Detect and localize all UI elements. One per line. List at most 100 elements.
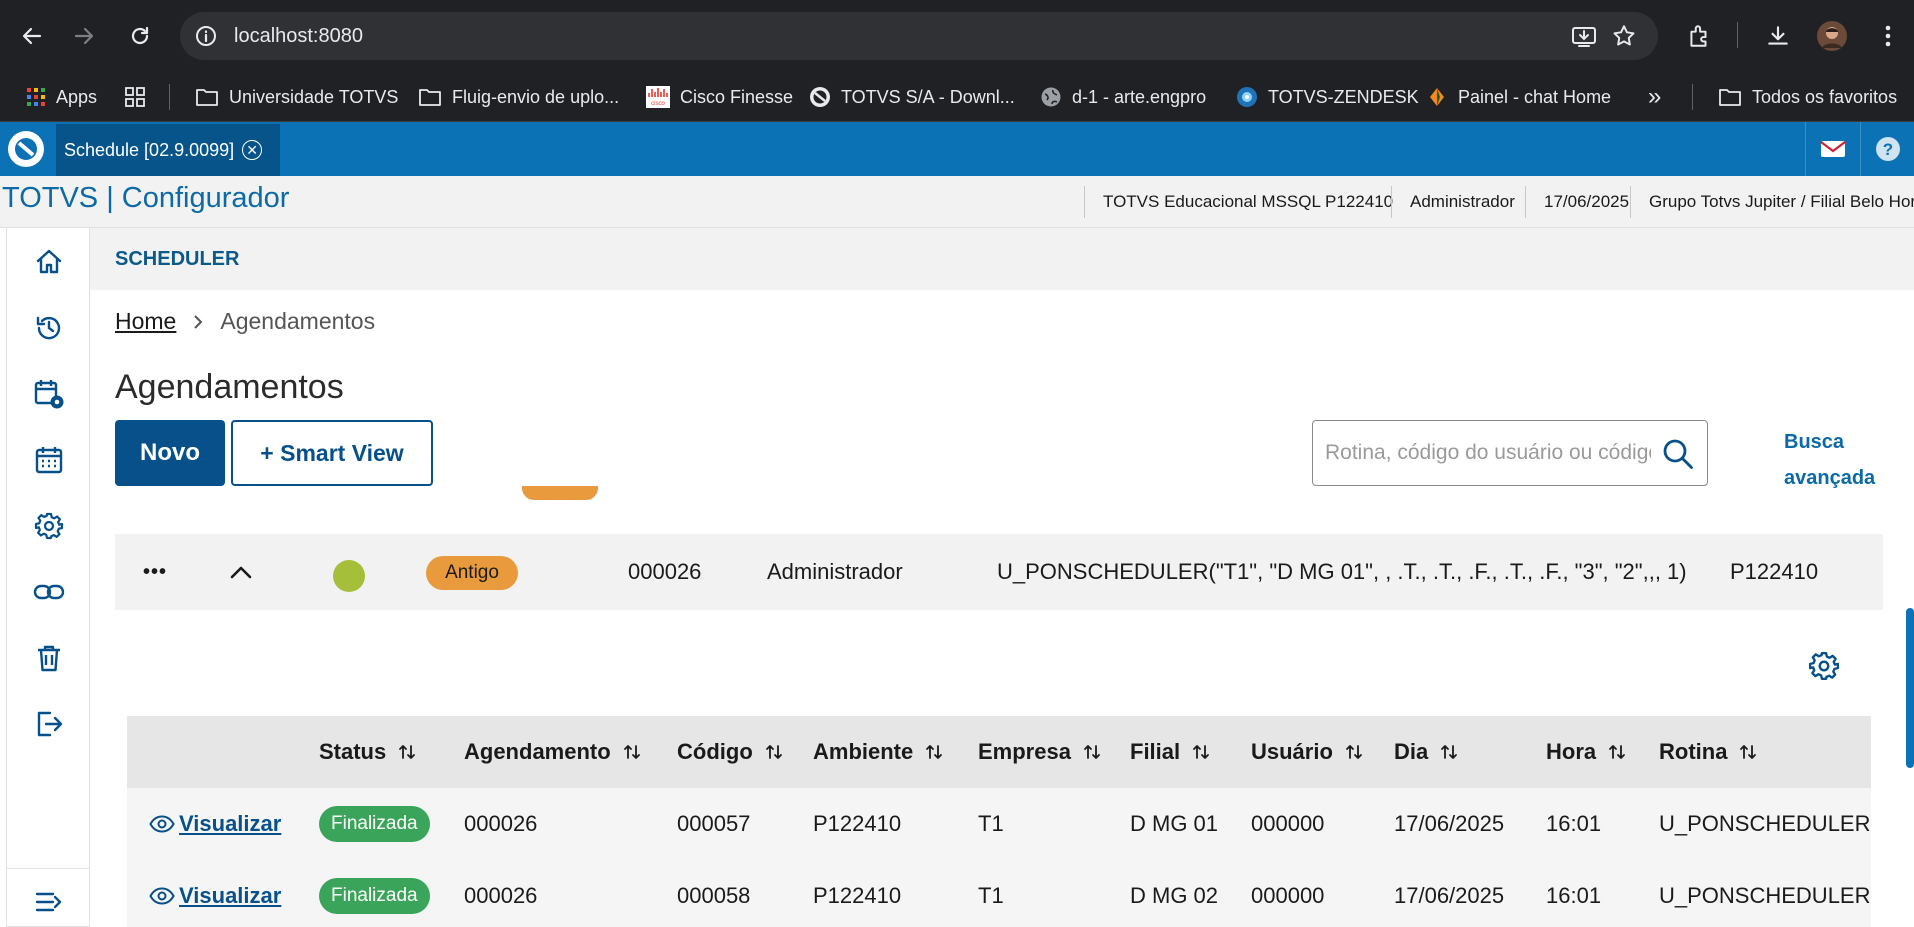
totvs-logo-icon[interactable] — [0, 122, 52, 176]
sort-icon[interactable] — [398, 743, 416, 761]
home-icon[interactable] — [31, 244, 67, 280]
column-header-rotina[interactable]: Rotina — [1659, 716, 1757, 788]
dia-cell: 17/06/2025 — [1394, 811, 1505, 836]
section-label: SCHEDULER — [115, 248, 240, 270]
sort-icon[interactable] — [1608, 743, 1626, 761]
new-button[interactable]: Novo — [115, 420, 225, 486]
hora-cell: 16:01 — [1546, 811, 1602, 836]
bookmark-cisco-finesse[interactable]: cisco Cisco Finesse — [646, 72, 793, 122]
link-icon[interactable] — [31, 574, 67, 610]
bookmark-grid[interactable] — [124, 72, 156, 122]
eye-icon — [149, 815, 175, 833]
bookmark-fluig[interactable]: Fluig-envio de uplo... — [418, 72, 619, 122]
forward-button[interactable] — [64, 16, 104, 56]
svg-text:?: ? — [1882, 140, 1892, 159]
install-app-icon[interactable] — [1568, 20, 1600, 52]
schedule-row[interactable]: ••• Antigo 000026 Administrador U_PONSCH… — [115, 534, 1883, 610]
bookmarks-overflow-button[interactable]: » — [1648, 72, 1661, 122]
bookmark-arte-engpro[interactable]: d-1 - arte.engpro — [1040, 72, 1206, 122]
site-info-icon[interactable] — [194, 24, 218, 48]
status-cell: Finalizada — [319, 860, 430, 927]
bookmark-painel-chat[interactable]: Painel - chat Home — [1426, 72, 1611, 122]
column-header-status[interactable]: Status — [319, 716, 416, 788]
tab-schedule[interactable]: Schedule [02.9.0099] ✕ — [56, 124, 280, 176]
column-header-codigo[interactable]: Código — [677, 716, 783, 788]
status-badge: Finalizada — [319, 878, 430, 914]
history-icon[interactable] — [31, 310, 67, 346]
mail-icon[interactable] — [1805, 122, 1859, 176]
app-title: TOTVS | Configurador — [2, 182, 290, 214]
bookmark-totvs-download[interactable]: TOTVS S/A - Downl... — [809, 72, 1015, 122]
column-header-hora[interactable]: Hora — [1546, 716, 1626, 788]
download-icon[interactable] — [1762, 20, 1794, 52]
column-header-agendamento[interactable]: Agendamento — [464, 716, 641, 788]
folder-icon — [1718, 87, 1742, 107]
sort-icon[interactable] — [1083, 743, 1101, 761]
view-link[interactable]: Visualizar — [149, 860, 281, 927]
column-header-ambiente[interactable]: Ambiente — [813, 716, 943, 788]
search-input[interactable] — [1325, 437, 1651, 469]
chevron-up-icon[interactable] — [229, 534, 253, 610]
star-icon[interactable] — [1608, 20, 1640, 52]
view-link[interactable]: Visualizar — [149, 788, 281, 860]
schedule-user: Administrador — [767, 559, 903, 584]
rotina-cell: U_PONSCHEDULER — [1659, 811, 1871, 836]
chevron-right-icon — [192, 313, 204, 331]
bookmark-label: Fluig-envio de uplo... — [452, 86, 620, 107]
bookmark-apps[interactable]: Apps — [26, 72, 97, 122]
hora-cell: 16:01 — [1546, 883, 1602, 908]
url-text[interactable]: localhost:8080 — [234, 25, 363, 48]
column-header-usuario[interactable]: Usuário — [1251, 716, 1363, 788]
browser-menu-icon[interactable] — [1872, 20, 1904, 52]
sort-icon[interactable] — [1440, 743, 1458, 761]
scrollbar[interactable] — [1906, 608, 1914, 768]
trash-icon[interactable] — [31, 640, 67, 676]
breadcrumb-current: Agendamentos — [220, 308, 376, 334]
column-header-filial[interactable]: Filial — [1130, 716, 1210, 788]
sidebar-divider — [7, 868, 91, 869]
breadcrumb-home[interactable]: Home — [115, 308, 176, 335]
filial-cell: D MG 01 — [1130, 811, 1219, 836]
extensions-icon[interactable] — [1683, 20, 1715, 52]
breadcrumb: Home Agendamentos — [115, 308, 375, 335]
settings-icon[interactable] — [1808, 650, 1840, 682]
settings-icon[interactable] — [31, 508, 67, 544]
sort-icon[interactable] — [1345, 743, 1363, 761]
sort-icon[interactable] — [1192, 743, 1210, 761]
calendar-icon[interactable] — [31, 442, 67, 478]
toolbar-divider — [1737, 22, 1738, 48]
ambiente-cell: P122410 — [813, 883, 902, 908]
bookmark-universidade-totvs[interactable]: Universidade TOTVS — [195, 72, 398, 122]
schedule-code: 000026 — [628, 559, 702, 584]
bookmark-label: TOTVS-ZENDESK — [1268, 86, 1419, 107]
bookmark-all-favorites[interactable]: Todos os favoritos — [1718, 72, 1897, 122]
sort-icon[interactable] — [925, 743, 943, 761]
help-icon[interactable]: ? — [1860, 122, 1914, 176]
column-header-empresa[interactable]: Empresa — [978, 716, 1101, 788]
executions-table: Status Agendamento Código Ambiente Empre… — [127, 716, 1871, 927]
more-actions-button[interactable]: ••• — [143, 534, 167, 610]
search-icon[interactable] — [1661, 437, 1695, 471]
reload-button[interactable] — [120, 16, 160, 56]
advanced-search-link[interactable]: Busca avançada — [1784, 424, 1894, 496]
profile-avatar[interactable] — [1816, 20, 1848, 52]
menu-collapse-icon[interactable] — [31, 884, 67, 920]
bookmark-label: d-1 - arte.engpro — [1072, 86, 1207, 107]
logout-icon[interactable] — [31, 706, 67, 742]
schedule-routine: U_PONSCHEDULER("T1", "D MG 01", , .T., .… — [997, 559, 1687, 584]
column-header-dia[interactable]: Dia — [1394, 716, 1458, 788]
calendar-gear-icon[interactable] — [31, 376, 67, 412]
bookmark-label: Apps — [56, 86, 98, 107]
address-bar[interactable]: localhost:8080 — [180, 12, 1658, 60]
back-button[interactable] — [12, 16, 52, 56]
section-header: SCHEDULER — [90, 228, 1914, 290]
bookmark-totvs-zendesk[interactable]: TOTVS-ZENDESK — [1236, 72, 1419, 122]
user-info: Administrador — [1391, 186, 1527, 218]
smart-view-button[interactable]: + Smart View — [231, 420, 433, 486]
status-dot — [333, 560, 365, 592]
sort-icon[interactable] — [765, 743, 783, 761]
close-icon[interactable]: ✕ — [242, 140, 263, 160]
app-tab-bar: Schedule [02.9.0099] ✕ ? — [0, 122, 1914, 176]
sort-icon[interactable] — [623, 743, 641, 761]
sort-icon[interactable] — [1739, 743, 1757, 761]
